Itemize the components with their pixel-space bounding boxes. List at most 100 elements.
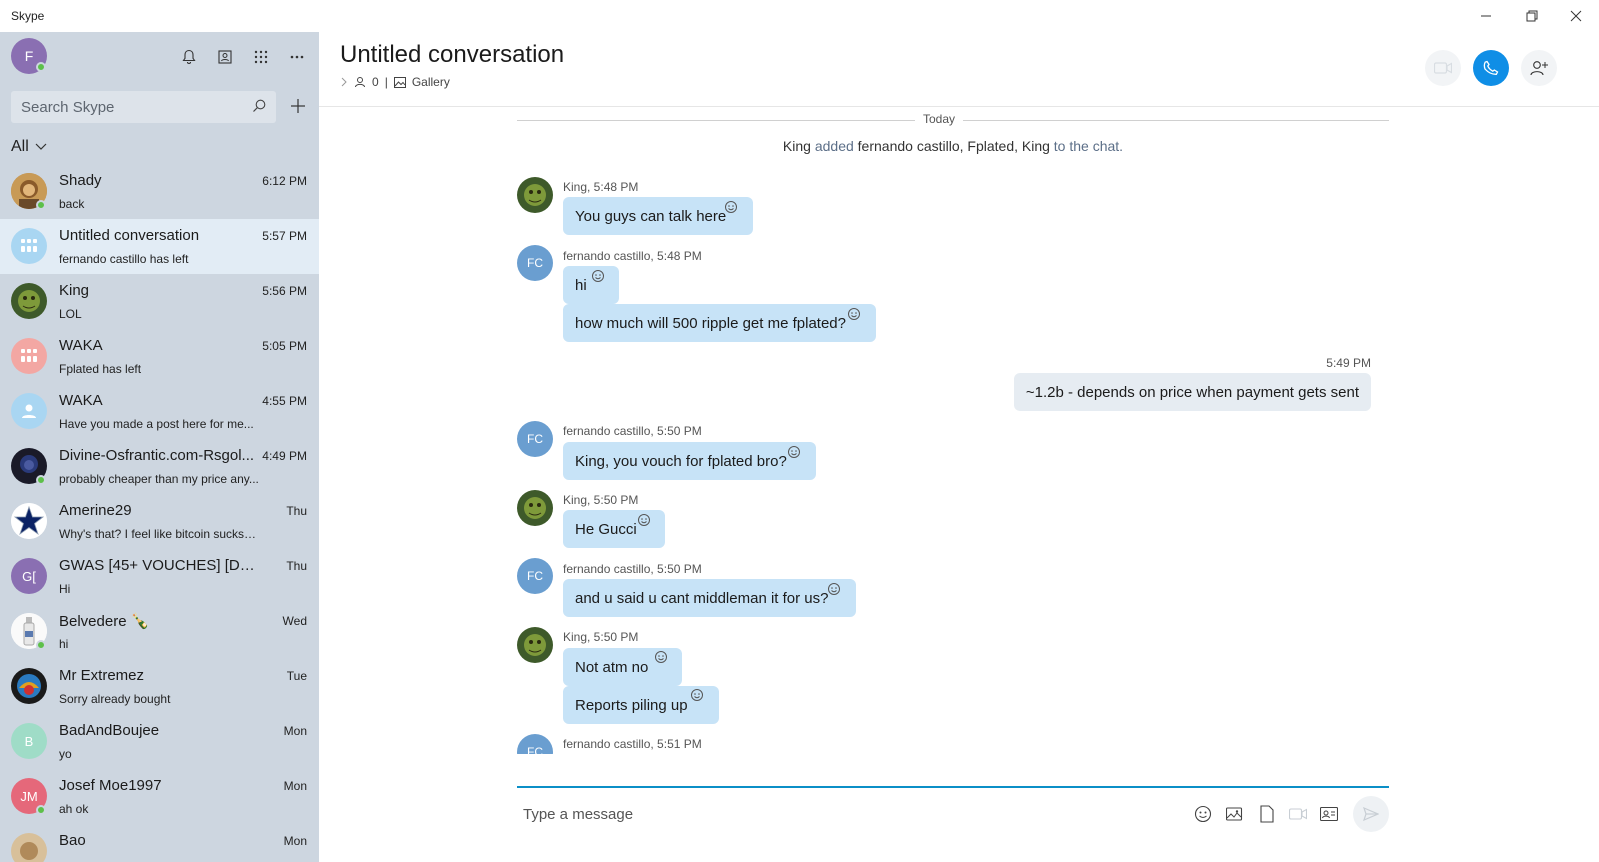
sender-avatar[interactable]	[517, 177, 553, 213]
message-text: hi	[575, 276, 587, 294]
video-camera-icon	[1434, 62, 1452, 74]
conversation-time: 4:55 PM	[262, 394, 307, 408]
conversation-item-selected[interactable]: Untitled conversation 5:57 PM fernando c…	[0, 219, 319, 274]
conversation-item[interactable]: WAKA 5:05 PM Fplated has left	[0, 329, 319, 384]
emoji-react-icon[interactable]	[637, 513, 651, 527]
gallery-icon[interactable]	[393, 76, 406, 88]
title-bar: Skype	[0, 0, 1599, 32]
video-message-button[interactable]	[1288, 804, 1308, 824]
conversation-item[interactable]: Amerine29 Thu Why's that? I feel like bi…	[0, 494, 319, 549]
conversation-preview: Fplated has left	[59, 362, 142, 376]
conversation-item[interactable]: Shady 6:12 PM back	[0, 164, 319, 219]
message-meta: fernando castillo, 5:48 PM	[563, 249, 702, 263]
message-meta: fernando castillo, 5:51 PM	[563, 737, 702, 751]
add-people-button[interactable]	[1521, 50, 1557, 86]
message-text: He Gucci	[575, 520, 637, 538]
send-button[interactable]	[1353, 796, 1389, 832]
new-chat-button[interactable]	[288, 96, 308, 116]
sender-avatar[interactable]: FC	[517, 558, 553, 594]
participant-count[interactable]: 0	[372, 75, 379, 89]
notifications-button[interactable]	[178, 46, 200, 68]
send-contact-button[interactable]	[1319, 804, 1339, 824]
message-text: King, you vouch for fplated bro?	[575, 452, 787, 470]
gallery-link[interactable]: Gallery	[412, 75, 450, 89]
group-icon	[21, 239, 37, 252]
message-meta: fernando castillo, 5:50 PM	[563, 424, 702, 438]
message-text: and u said u cant middleman it for us?	[575, 589, 829, 607]
message-meta: King, 5:50 PM	[563, 493, 639, 507]
contact-name: Josef Moe1997	[59, 777, 162, 794]
conversation-time: 6:12 PM	[262, 174, 307, 188]
message-bubble[interactable]: how much will 500 ripple get me fplated?	[563, 304, 876, 342]
emoji-react-icon[interactable]	[591, 269, 605, 283]
sender-avatar[interactable]: FC	[517, 245, 553, 281]
restore-icon	[1526, 10, 1538, 22]
contact-avatar	[11, 833, 47, 862]
conversation-item[interactable]: Bao Mon	[0, 824, 319, 862]
contact-card-icon	[1320, 807, 1338, 821]
composer-focus-line	[517, 786, 1389, 788]
contact-name: Divine-Osfrantic.com-Rsgol...	[59, 447, 255, 464]
more-icon	[290, 55, 304, 59]
file-icon	[1260, 805, 1274, 823]
chevron-right-icon[interactable]	[340, 77, 348, 87]
conversation-item[interactable]: G[ GWAS [45+ VOUCHES] [DONO... Thu Hi	[0, 549, 319, 604]
presence-online	[36, 475, 46, 485]
add-person-icon	[1530, 61, 1548, 76]
restore-button[interactable]	[1509, 0, 1555, 32]
emoji-react-icon[interactable]	[827, 582, 841, 596]
own-message-bubble[interactable]: ~1.2b - depends on price when payment ge…	[1013, 373, 1371, 411]
message-text: how much will 500 ripple get me fplated?	[575, 314, 846, 332]
avatar-photo-icon	[11, 283, 47, 319]
contacts-button[interactable]	[214, 46, 236, 68]
avatar-initials: B	[24, 733, 34, 749]
emoji-react-icon[interactable]	[654, 650, 668, 664]
phone-icon	[1483, 60, 1499, 75]
minimize-button[interactable]	[1463, 0, 1509, 32]
contact-name: Belvedere 🍾	[59, 613, 150, 630]
avatar-initials: FC	[527, 569, 543, 583]
sender-avatar[interactable]	[517, 490, 553, 526]
audio-call-button[interactable]	[1473, 50, 1509, 86]
sender-avatar[interactable]	[517, 627, 553, 663]
search-input[interactable]	[11, 91, 241, 123]
conversation-item[interactable]: Mr Extremez Tue Sorry already bought	[0, 659, 319, 714]
avatar-initials: FC	[527, 745, 543, 754]
send-file-button[interactable]	[1257, 804, 1277, 824]
avatar-initials: FC	[527, 256, 543, 270]
conversation-item[interactable]: B BadAndBoujee Mon yo	[0, 714, 319, 769]
conversation-preview: LOL	[59, 307, 82, 321]
dialpad-button[interactable]	[250, 46, 272, 68]
conversation-item[interactable]: King 5:56 PM LOL	[0, 274, 319, 329]
send-image-button[interactable]	[1225, 804, 1245, 824]
sender-avatar[interactable]: FC	[517, 734, 553, 754]
participants-icon[interactable]	[354, 76, 366, 88]
emoji-react-icon[interactable]	[847, 307, 861, 321]
message-bubble[interactable]: and u said u cant middleman it for us?	[563, 579, 856, 617]
search-icon[interactable]	[252, 99, 266, 113]
conversation-filter[interactable]: All	[11, 138, 47, 156]
message-bubble[interactable]: King, you vouch for fplated bro?	[563, 442, 816, 480]
conversation-pane: Untitled conversation 0 | Gallery Today …	[319, 32, 1599, 862]
more-options-button[interactable]	[286, 46, 308, 68]
avatar-initials: G[	[22, 568, 36, 584]
video-call-button[interactable]	[1425, 50, 1461, 86]
conversation-title[interactable]: Untitled conversation	[340, 41, 564, 69]
message-input[interactable]	[523, 798, 1173, 830]
close-button[interactable]	[1553, 0, 1599, 32]
star-icon	[11, 503, 47, 539]
conversation-meta: 0 | Gallery	[340, 75, 450, 89]
conversation-item[interactable]: JM Josef Moe1997 Mon ah ok	[0, 769, 319, 824]
contact-name: Untitled conversation	[59, 227, 200, 244]
sender-avatar[interactable]: FC	[517, 421, 553, 457]
emoji-react-icon[interactable]	[690, 688, 704, 702]
emoji-react-icon[interactable]	[724, 200, 738, 214]
conversation-item[interactable]: WAKA 4:55 PM Have you made a post here f…	[0, 384, 319, 439]
emoji-react-icon[interactable]	[787, 445, 801, 459]
contact-avatar: B	[11, 723, 47, 759]
conversation-list: Shady 6:12 PM back Untitled conversation…	[0, 164, 319, 862]
emoji-button[interactable]	[1193, 804, 1213, 824]
conversation-item[interactable]: Belvedere 🍾 Wed hi	[0, 604, 319, 659]
contact-name: WAKA	[59, 337, 103, 354]
conversation-item[interactable]: Divine-Osfrantic.com-Rsgol... 4:49 PM pr…	[0, 439, 319, 494]
